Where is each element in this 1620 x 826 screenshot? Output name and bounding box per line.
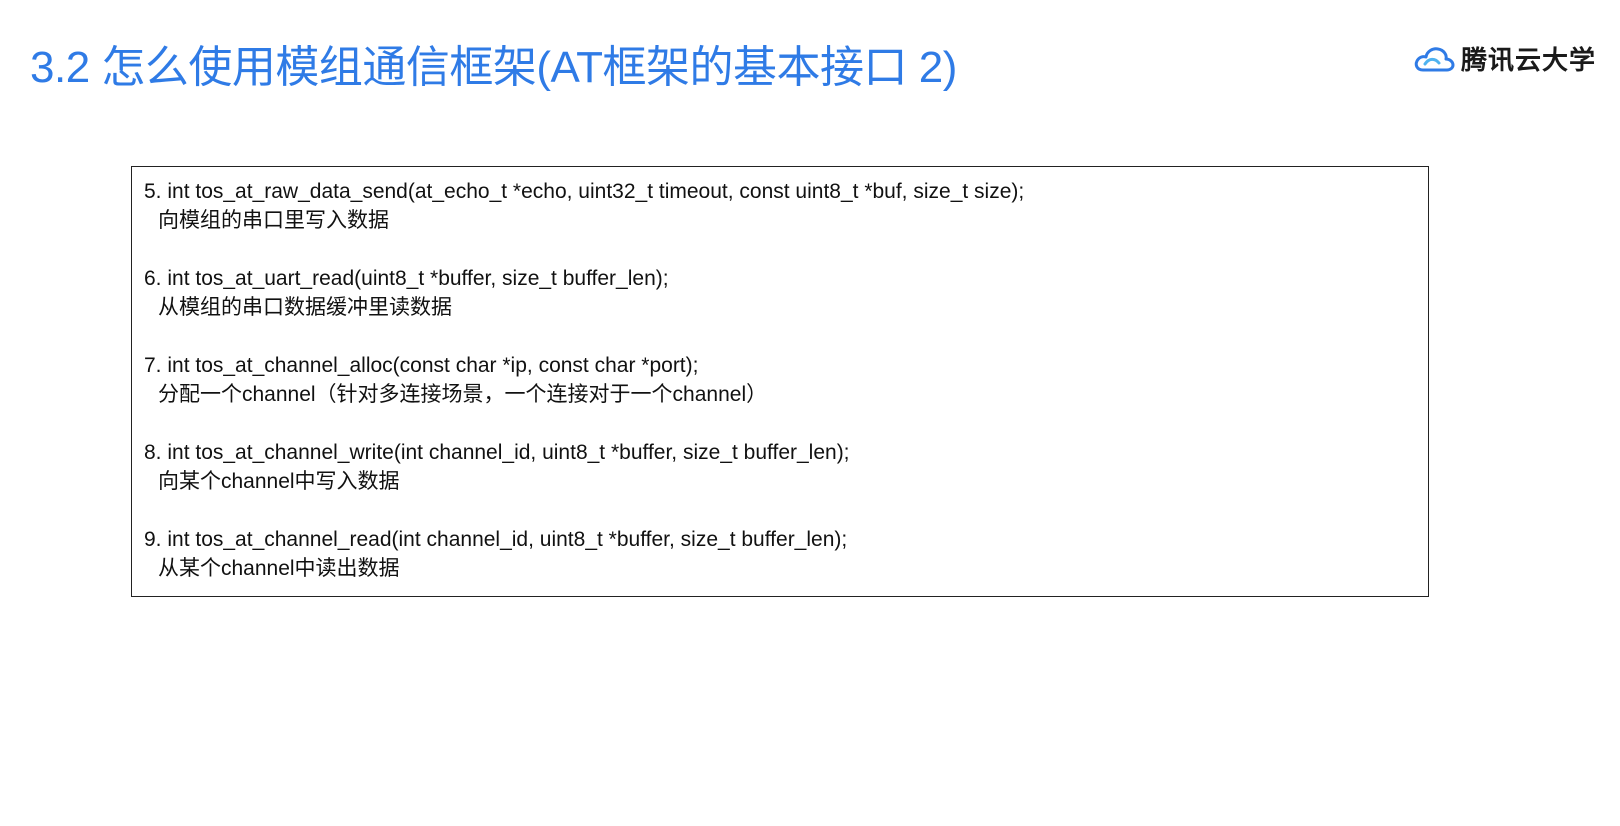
api-entry: 7. int tos_at_channel_alloc(const char *… [144, 351, 1416, 409]
api-signature: 8. int tos_at_channel_write(int channel_… [144, 441, 850, 464]
api-description: 向某个channel中写入数据 [158, 470, 400, 493]
api-entry: 5. int tos_at_raw_data_send(at_echo_t *e… [144, 177, 1416, 235]
brand-name: 腾讯云大学 [1460, 45, 1596, 75]
api-signature: 5. int tos_at_raw_data_send(at_echo_t *e… [144, 180, 1025, 203]
api-signature: 7. int tos_at_channel_alloc(const char *… [144, 354, 699, 377]
api-description: 从模组的串口数据缓冲里读数据 [158, 296, 452, 319]
brand-logo: 腾讯云大学 [1413, 40, 1596, 77]
api-description: 向模组的串口里写入数据 [158, 209, 389, 232]
api-signature: 9. int tos_at_channel_read(int channel_i… [144, 528, 848, 551]
api-entry: 9. int tos_at_channel_read(int channel_i… [144, 525, 1416, 583]
api-description: 从某个channel中读出数据 [158, 557, 400, 580]
api-list-box: 5. int tos_at_raw_data_send(at_echo_t *e… [131, 166, 1429, 597]
api-description: 分配一个channel（针对多连接场景，一个连接对于一个channel） [158, 383, 768, 406]
slide-title: 3.2 怎么使用模组通信框架(AT框架的基本接口 2) [30, 43, 957, 92]
cloud-logo-icon [1413, 44, 1455, 74]
api-signature: 6. int tos_at_uart_read(uint8_t *buffer,… [144, 267, 669, 290]
api-entry: 8. int tos_at_channel_write(int channel_… [144, 438, 1416, 496]
api-entry: 6. int tos_at_uart_read(uint8_t *buffer,… [144, 264, 1416, 322]
